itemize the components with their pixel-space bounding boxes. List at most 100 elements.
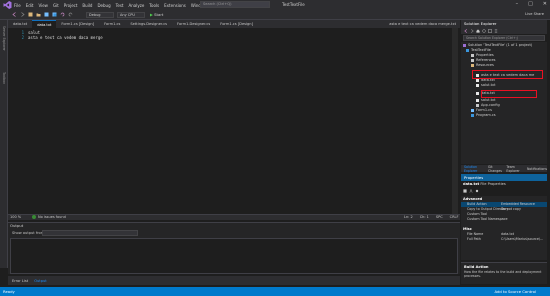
source-control-button[interactable]: Add to Source Control <box>494 288 536 295</box>
menu-extensions[interactable]: Extensions <box>164 3 186 8</box>
property-row[interactable]: Full Path C:\Users\Marius\source\... <box>461 237 547 242</box>
alphabetical-icon[interactable] <box>469 189 473 193</box>
new-project-icon[interactable] <box>28 12 33 17</box>
output-text-area[interactable] <box>10 238 458 274</box>
open-icon[interactable] <box>36 12 41 17</box>
tab-form1-design-2[interactable]: Form1.cs [Design] <box>215 20 258 28</box>
tab-form1-design[interactable]: Form1.cs [Design] <box>56 20 99 28</box>
menu-edit[interactable]: Edit <box>26 3 34 8</box>
server-explorer-tab[interactable]: Server Explorer <box>2 26 6 51</box>
solution-search-input[interactable]: Search Solution Explorer (Ctrl+;) <box>463 35 545 41</box>
properties-object[interactable]: data.txt File Properties <box>463 182 506 186</box>
tab-solution-explorer[interactable]: Solution Explorer <box>464 165 484 173</box>
properties-toolbar <box>463 189 479 193</box>
maximize-icon[interactable]: □ <box>528 1 533 7</box>
text-file-icon <box>476 91 479 95</box>
eol-indicator[interactable]: CRLF <box>450 215 459 219</box>
back-icon[interactable] <box>464 28 468 33</box>
tree-resource-salut[interactable]: salut.txt <box>476 83 495 88</box>
tab-error-list[interactable]: Error List <box>12 279 28 283</box>
properties-title: Properties <box>461 174 547 181</box>
menu-debug[interactable]: Debug <box>97 3 110 8</box>
editor-scrollbar[interactable] <box>452 28 458 214</box>
tab-data-txt[interactable]: data.txt <box>8 20 32 28</box>
left-tool-strip: Server Explorer Toolbox <box>0 20 8 268</box>
tab-form1-designer[interactable]: Form1.Designer.cs <box>172 20 215 28</box>
live-share-button[interactable]: Live Share <box>525 12 544 16</box>
csharp-file-icon <box>471 113 474 117</box>
menu-build[interactable]: Build <box>82 3 92 8</box>
tab-output[interactable]: Output <box>34 279 46 283</box>
wrench-icon[interactable] <box>475 189 479 193</box>
start-button[interactable]: ▶ Start <box>150 12 170 18</box>
save-all-icon[interactable] <box>52 12 57 17</box>
sync-icon[interactable] <box>482 28 486 33</box>
back-icon[interactable] <box>12 12 17 17</box>
mode-indicator: SPC <box>435 215 443 219</box>
menu-view[interactable]: View <box>38 3 48 8</box>
tab-git-changes[interactable]: Git Changes <box>488 165 502 173</box>
menu-file[interactable]: File <box>14 3 21 8</box>
properties-icon[interactable] <box>494 29 498 33</box>
save-icon[interactable] <box>44 12 49 17</box>
category-misc[interactable]: Misc <box>463 227 472 231</box>
editor-status-row <box>8 214 460 220</box>
forward-icon[interactable] <box>20 12 25 17</box>
collapse-all-icon[interactable] <box>488 28 492 33</box>
configuration-dropdown[interactable]: Debug <box>86 12 114 18</box>
home-icon[interactable] <box>476 28 480 33</box>
text-editor[interactable] <box>8 28 460 214</box>
form-icon <box>471 108 474 112</box>
tab-notifications[interactable]: Notifications <box>527 167 547 171</box>
tab-form1-cs[interactable]: Form1.cs <box>99 20 125 28</box>
zoom-level[interactable]: 100 % <box>10 215 21 219</box>
tab-settings-designer[interactable]: Settings.Designer.cs <box>125 20 172 28</box>
line-numbers: 1 2 <box>10 30 24 40</box>
config-file-icon <box>476 103 479 107</box>
start-label: Start <box>154 12 164 17</box>
issues-indicator[interactable]: No issues found <box>32 215 66 219</box>
categorized-icon[interactable] <box>463 189 467 193</box>
platform-dropdown[interactable]: Any CPU <box>117 12 145 18</box>
menu-analyze[interactable]: Analyze <box>129 3 145 8</box>
menu-project[interactable]: Project <box>64 3 78 8</box>
tab-team-explorer[interactable]: Team Explorer <box>506 165 523 173</box>
minimize-icon[interactable]: – <box>516 1 519 7</box>
output-title: Output <box>10 223 24 228</box>
description-title: Build Action <box>464 265 489 269</box>
text-file-icon <box>476 98 479 102</box>
tab-data-txt-active[interactable]: data.txt <box>32 20 57 28</box>
solution-bottom-tabs: Solution Explorer Git Changes Team Explo… <box>461 165 547 173</box>
close-icon[interactable]: ✕ <box>543 1 547 7</box>
text-file-icon <box>476 83 479 87</box>
status-ready: Ready <box>3 289 15 294</box>
menu-test[interactable]: Test <box>116 3 124 8</box>
property-row[interactable]: Custom Tool Namespace <box>461 217 547 222</box>
tab-overflow-file[interactable]: asta e text ca vedem daca merge.txt <box>389 20 456 28</box>
category-advanced[interactable]: Advanced <box>463 197 482 201</box>
menu-tools[interactable]: Tools <box>149 3 159 8</box>
references-icon <box>471 58 474 62</box>
editor-tab-strip: data.txt data.txt Form1.cs [Design] Form… <box>8 20 460 28</box>
tree-program[interactable]: Program.cs <box>471 113 496 118</box>
csharp-project-icon <box>466 48 469 52</box>
output-source-dropdown[interactable] <box>42 230 138 236</box>
menu-git[interactable]: Git <box>53 3 59 8</box>
editor-content[interactable]: salut asta e text ca vedem daca merge <box>28 30 103 40</box>
forward-icon[interactable] <box>470 28 474 33</box>
visual-studio-logo-icon <box>3 1 12 9</box>
toolbar-icons <box>12 12 73 17</box>
property-description: Build Action How the file relates to the… <box>461 262 547 284</box>
redo-icon[interactable] <box>68 12 73 17</box>
search-input[interactable]: Search (Ctrl+Q) <box>200 1 270 8</box>
solution-icon <box>463 43 466 47</box>
undo-icon[interactable] <box>60 12 65 17</box>
object-type: File Properties <box>480 182 506 186</box>
menu-bar: File Edit View Git Project Build Debug T… <box>14 2 221 8</box>
solution-explorer-title: Solution Explorer <box>461 20 547 27</box>
check-icon <box>32 215 36 219</box>
tree-resources[interactable]: Resources <box>471 63 494 68</box>
window-title: TestTextFile <box>282 2 305 7</box>
issues-label: No issues found <box>38 215 66 219</box>
toolbox-tab[interactable]: Toolbox <box>2 72 6 84</box>
